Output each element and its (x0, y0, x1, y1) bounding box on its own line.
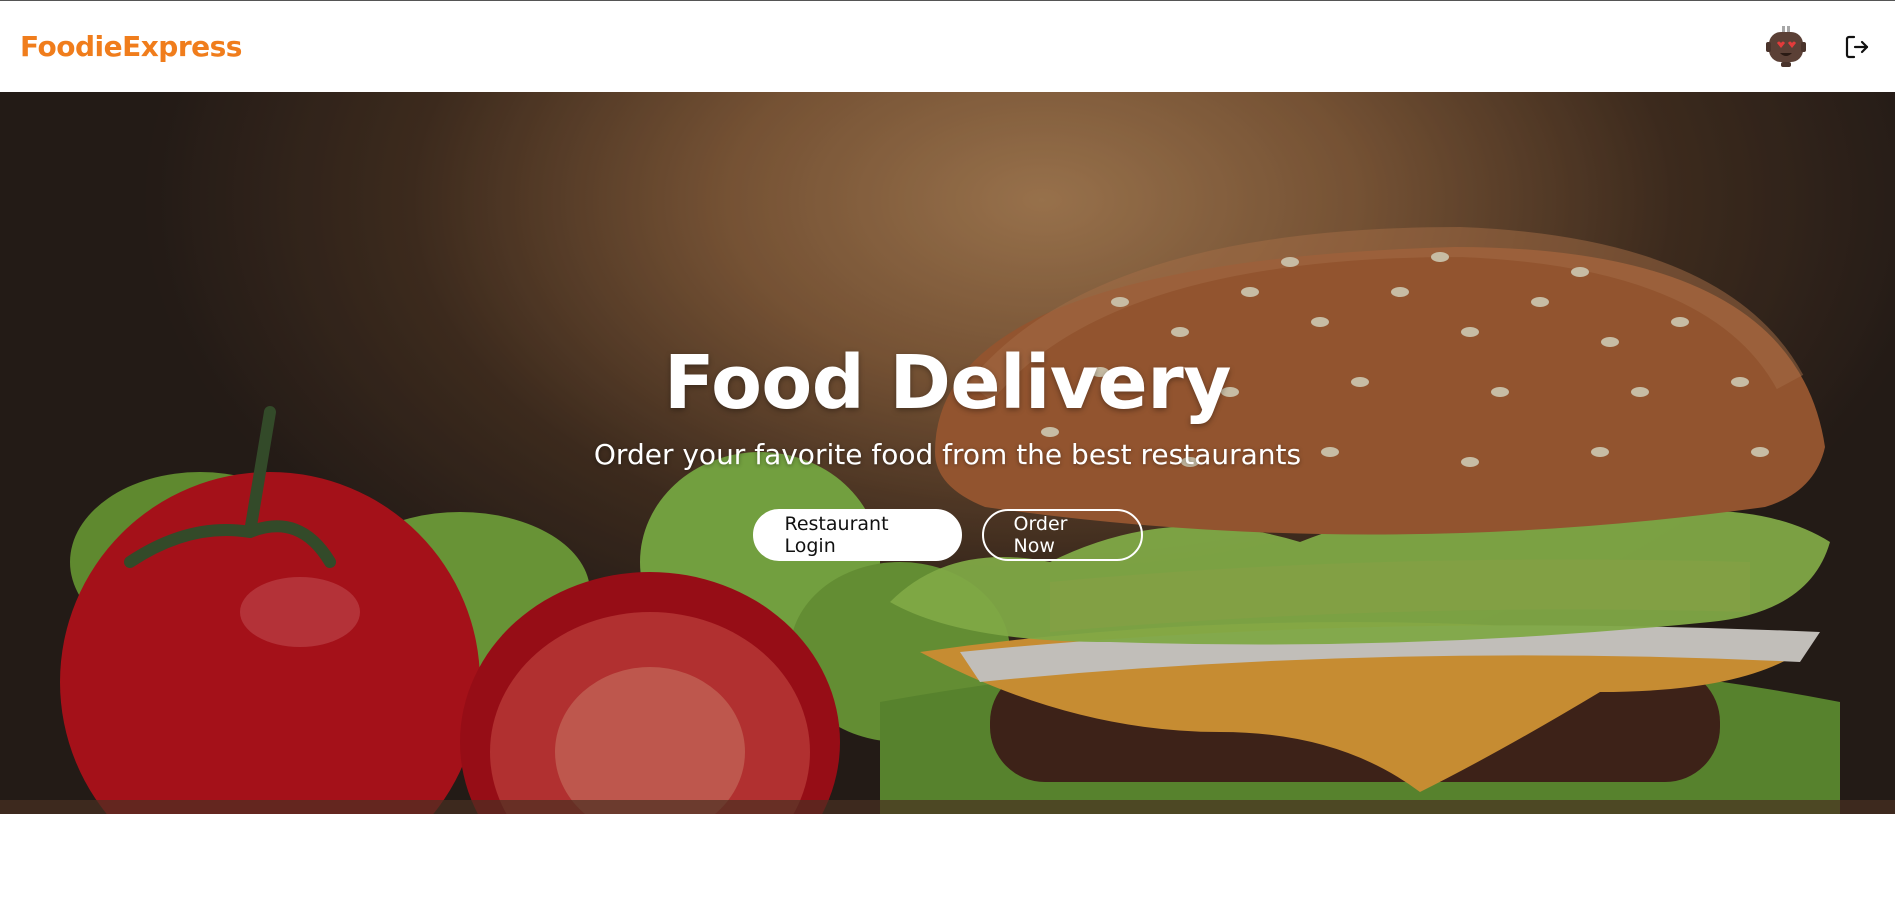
order-now-button[interactable]: Order Now (981, 509, 1143, 561)
top-navbar: FoodieExpress (0, 0, 1895, 92)
brand-logo[interactable]: FoodieExpress (20, 30, 242, 63)
hero-title: Food Delivery (664, 340, 1231, 426)
hero-subtitle: Order your favorite food from the best r… (593, 438, 1302, 471)
hero-banner: Food Delivery Order your favorite food f… (0, 92, 1895, 814)
header-actions (1763, 24, 1875, 70)
hero-buttons: Restaurant Login Order Now (752, 509, 1143, 561)
logout-icon[interactable] (1843, 33, 1871, 61)
robot-avatar-icon[interactable] (1763, 24, 1809, 70)
hero-content: Food Delivery Order your favorite food f… (0, 92, 1895, 814)
restaurant-login-button[interactable]: Restaurant Login (752, 509, 962, 561)
